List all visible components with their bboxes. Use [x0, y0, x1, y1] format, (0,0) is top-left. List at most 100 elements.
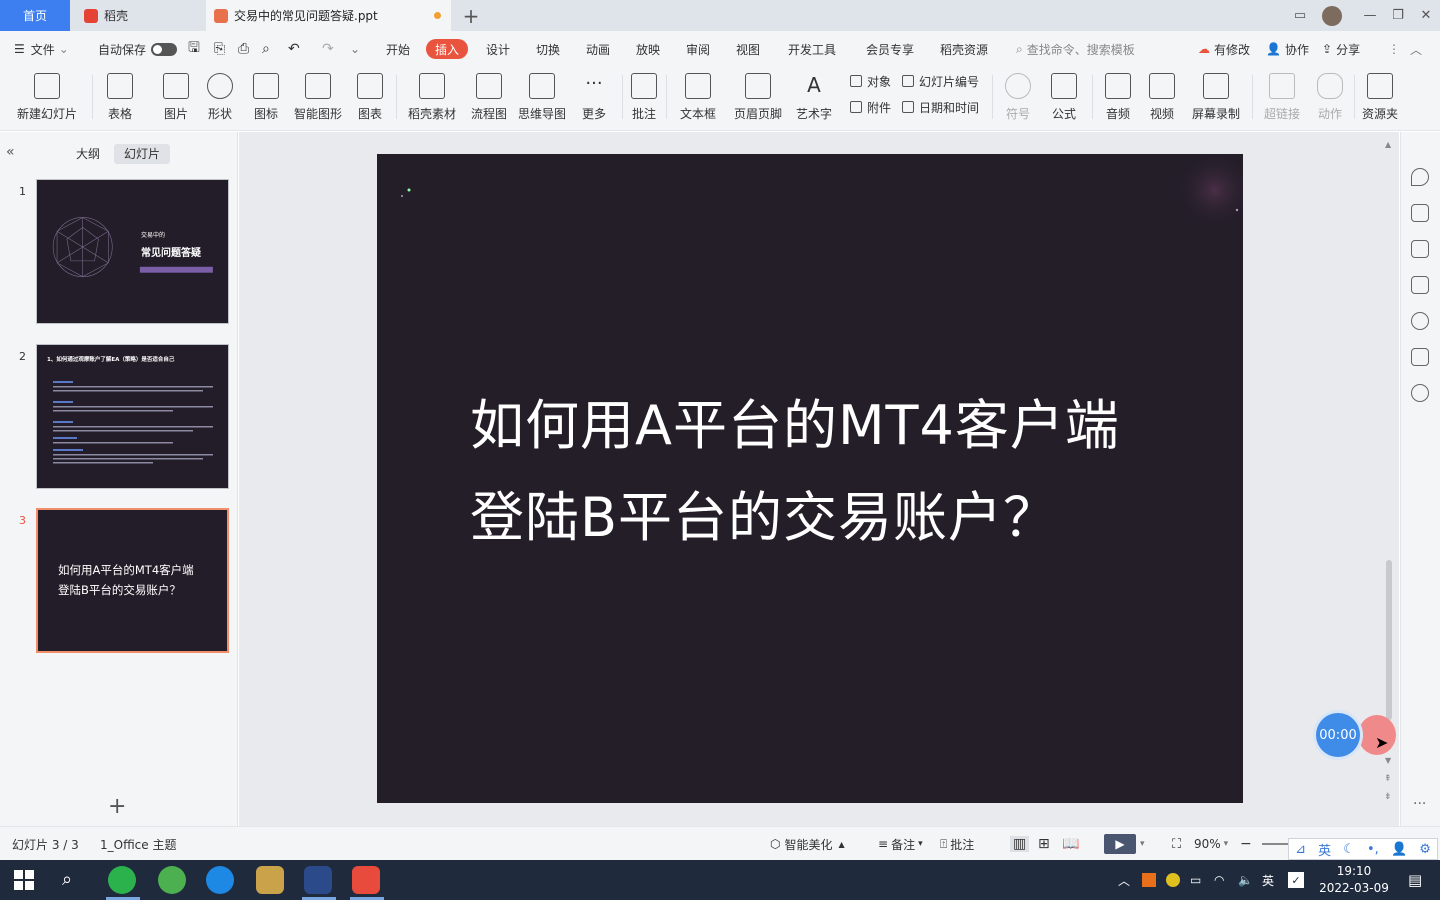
- preview-icon[interactable]: ⌕: [262, 31, 270, 67]
- shape-button[interactable]: 形状: [202, 71, 238, 125]
- ime-logo-icon[interactable]: ⊿: [1295, 842, 1306, 857]
- maximize-icon[interactable]: ❐: [1384, 0, 1412, 31]
- minimize-icon[interactable]: —: [1356, 0, 1384, 31]
- material-button[interactable]: 稻壳素材: [406, 71, 458, 125]
- new-tab-button[interactable]: +: [458, 0, 484, 31]
- modified-button[interactable]: ☁ 有修改: [1198, 31, 1250, 67]
- clock[interactable]: 19:10 2022-03-09: [1318, 860, 1390, 900]
- slide-sorter-icon[interactable]: ⊞: [1038, 827, 1050, 861]
- add-slide-button[interactable]: +: [108, 794, 126, 819]
- slide-number-button[interactable]: 幻灯片编号: [902, 71, 979, 91]
- wifi-icon[interactable]: ◠: [1214, 860, 1224, 900]
- punctuation-icon[interactable]: •,: [1367, 842, 1379, 857]
- record-timer[interactable]: 00:00: [1316, 713, 1360, 757]
- tab-document[interactable]: 交易中的常见问题答疑.ppt: [206, 0, 451, 31]
- share-button[interactable]: ⇪ 分享: [1322, 31, 1360, 67]
- video-button[interactable]: 视频: [1144, 71, 1180, 125]
- print-icon[interactable]: ⎙: [238, 31, 249, 67]
- ime-settings-icon[interactable]: ⚙: [1419, 842, 1431, 857]
- datetime-button[interactable]: 日期和时间: [902, 97, 979, 117]
- compass-icon[interactable]: [1411, 384, 1429, 402]
- folder-app-icon[interactable]: [256, 866, 284, 894]
- tab-home[interactable]: 首页: [0, 0, 70, 31]
- menu-slideshow[interactable]: 放映: [636, 31, 660, 67]
- slide-thumbnail-2[interactable]: 1、如何通过观摩账户了解EA（策略）是否适合自己: [36, 344, 229, 489]
- moon-icon[interactable]: ☾: [1343, 842, 1355, 857]
- search-icon[interactable]: ⌕: [62, 869, 72, 890]
- scroll-down-icon[interactable]: ▼: [1385, 756, 1391, 765]
- audio-button[interactable]: 音频: [1100, 71, 1136, 125]
- more-options-icon[interactable]: ⋮: [1388, 31, 1400, 67]
- windows-start-icon[interactable]: [14, 870, 34, 890]
- normal-view-icon[interactable]: ▥: [1010, 827, 1030, 861]
- ime-toolbar[interactable]: ⊿ 英 ☾ •, 👤 ⚙: [1288, 838, 1438, 860]
- formula-button[interactable]: 公式: [1046, 71, 1082, 125]
- vertical-scrollbar[interactable]: ▲ ▼ ⇞ ⇟: [1384, 140, 1394, 810]
- chart-button[interactable]: 图表: [352, 71, 388, 125]
- menu-insert[interactable]: 插入: [426, 39, 469, 59]
- help-icon[interactable]: [1411, 312, 1429, 330]
- close-icon[interactable]: ✕: [1412, 0, 1440, 31]
- textbox-button[interactable]: 文本框: [676, 71, 720, 125]
- tray-expand-icon[interactable]: ︿: [1118, 860, 1130, 900]
- transform-icon[interactable]: [1411, 276, 1429, 294]
- attachment-button[interactable]: 附件: [850, 97, 891, 117]
- notification-icon[interactable]: ▤: [1408, 860, 1422, 900]
- comment-button[interactable]: 批注: [630, 71, 658, 125]
- slide-thumbnail-1[interactable]: 交易中的 常见问题答疑: [36, 179, 229, 324]
- tray-app-icon-2[interactable]: [1166, 860, 1180, 900]
- collapse-ribbon-icon[interactable]: ︿: [1410, 31, 1422, 67]
- table-button[interactable]: 表格: [102, 71, 138, 125]
- new-slide-button[interactable]: 新建幻灯片: [12, 71, 82, 125]
- save-icon[interactable]: 🖫: [188, 31, 200, 67]
- collab-button[interactable]: 👤 协作: [1266, 31, 1309, 67]
- wechat-icon[interactable]: [108, 866, 136, 894]
- header-footer-button[interactable]: 页眉页脚: [732, 71, 784, 125]
- zoom-out-icon[interactable]: −: [1240, 827, 1252, 861]
- ime-user-icon[interactable]: 👤: [1391, 842, 1407, 857]
- picture-button[interactable]: 图片: [158, 71, 194, 125]
- file-menu[interactable]: ☰ 文件 ⌄: [14, 31, 69, 67]
- smartart-button[interactable]: 智能图形: [292, 71, 344, 125]
- menu-developer[interactable]: 开发工具: [788, 31, 836, 67]
- prev-slide-icon[interactable]: ⇞: [1384, 774, 1392, 784]
- avatar[interactable]: [1318, 0, 1346, 31]
- status-comment-button[interactable]: ⍐ 批注: [940, 827, 974, 861]
- collapse-panel-icon[interactable]: «: [6, 144, 15, 160]
- theme-name[interactable]: 1_Office 主题: [100, 827, 176, 861]
- undo-icon[interactable]: ↶: [288, 31, 300, 67]
- hyperlink-button[interactable]: 超链接: [1260, 71, 1304, 125]
- tab-outline[interactable]: 大纲: [66, 144, 110, 164]
- menu-view[interactable]: 视图: [736, 31, 760, 67]
- beautify-button[interactable]: ⬡ 智能美化 ▲: [770, 827, 845, 861]
- symbol-button[interactable]: 符号: [1000, 71, 1036, 125]
- ime-language[interactable]: 英: [1318, 840, 1331, 859]
- menu-design[interactable]: 设计: [486, 31, 510, 67]
- fit-window-icon[interactable]: ⛶: [1172, 827, 1181, 861]
- next-slide-icon[interactable]: ⇟: [1384, 792, 1392, 802]
- export-pdf-icon[interactable]: ⎘: [214, 31, 225, 67]
- tray-language[interactable]: 英: [1262, 860, 1274, 900]
- unsaved-dot-icon[interactable]: [434, 12, 441, 19]
- resource-folder-button[interactable]: 资源夹: [1360, 71, 1400, 125]
- tab-daoke[interactable]: 稻壳: [76, 0, 200, 31]
- menu-member[interactable]: 会员专享: [866, 31, 914, 67]
- mindmap-button[interactable]: 思维导图: [516, 71, 568, 125]
- wordart-button[interactable]: A 艺术字: [792, 71, 836, 125]
- qq-browser-icon[interactable]: [206, 866, 234, 894]
- slide-title[interactable]: 如何用A平台的MT4客户端 登陆B平台的交易账户？: [470, 380, 1170, 564]
- action-button[interactable]: 动作: [1312, 71, 1348, 125]
- object-button[interactable]: 对象: [850, 71, 891, 91]
- more-button[interactable]: ··· 更多: [576, 71, 612, 125]
- volume-icon[interactable]: 🔈: [1238, 860, 1253, 900]
- toggle-switch[interactable]: [151, 42, 178, 56]
- scrollbar-thumb[interactable]: [1386, 560, 1392, 720]
- reading-view-icon[interactable]: 📖: [1062, 827, 1079, 861]
- adjust-icon[interactable]: [1411, 204, 1429, 222]
- window-count-icon[interactable]: ▭: [1286, 0, 1314, 31]
- rocket-icon[interactable]: [1411, 168, 1429, 186]
- screen-record-button[interactable]: 屏幕录制: [1190, 71, 1242, 125]
- redo-icon[interactable]: ↷: [322, 31, 334, 67]
- menu-review[interactable]: 审阅: [686, 31, 710, 67]
- quick-access-dropdown-icon[interactable]: ⌄: [350, 31, 360, 67]
